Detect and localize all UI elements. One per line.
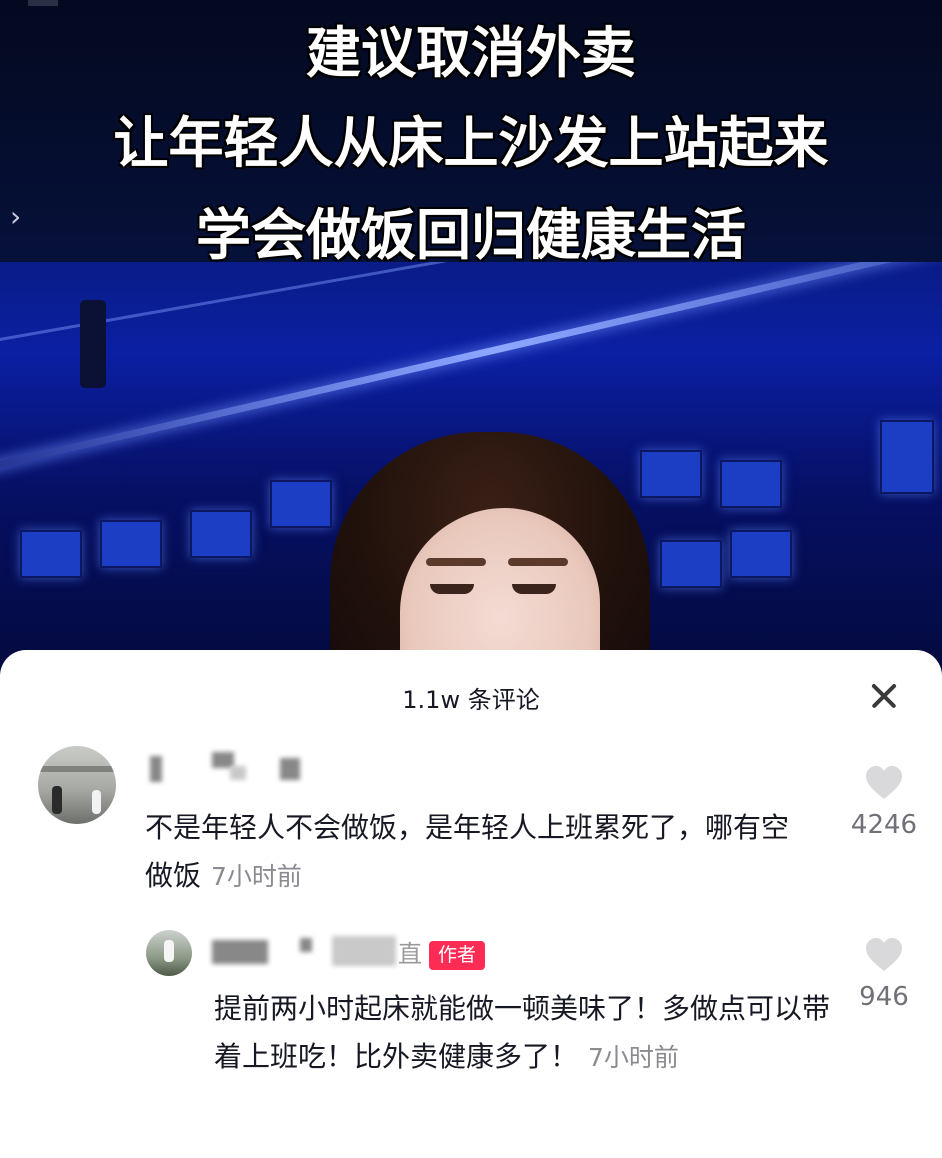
like-button[interactable]: 946 <box>824 938 942 1012</box>
username-blurred <box>280 758 300 780</box>
username-blurred[interactable] <box>150 756 162 782</box>
username-blurred <box>230 766 246 780</box>
close-icon[interactable] <box>864 676 904 716</box>
username-blurred <box>300 938 312 952</box>
news-anchor <box>330 432 650 680</box>
avatar[interactable] <box>146 930 192 976</box>
author-badge: 作者 <box>429 941 486 970</box>
studio-monitor <box>20 530 82 578</box>
studio-monitor <box>190 510 252 558</box>
studio-monitor <box>660 540 722 588</box>
studio-monitor <box>100 520 162 568</box>
avatar-figure <box>92 790 101 814</box>
screen: 建议取消外卖 让年轻人从床上沙发上站起来 学会做饭回归健康生活 › 1.1w 条… <box>0 0 942 1158</box>
like-button[interactable]: 4246 <box>824 766 942 840</box>
anchor-brow <box>426 558 486 566</box>
avatar[interactable] <box>38 746 116 824</box>
username-blurred <box>332 936 396 966</box>
studio-monitor <box>730 530 792 578</box>
heart-icon <box>866 766 902 799</box>
anchor-eye <box>430 584 474 594</box>
heart-icon <box>866 938 902 971</box>
anchor-eye <box>512 584 556 594</box>
chevron-right-icon[interactable]: › <box>10 200 21 233</box>
studio-monitor <box>720 460 782 508</box>
username-tail: 直 <box>398 940 422 968</box>
headline-line-1: 建议取消外卖 <box>305 21 636 85</box>
reply-body: 提前两小时起床就能做一顿美味了！多做点可以带着上班吃！比外卖健康多了！ <box>214 992 831 1073</box>
reply-time: 7小时前 <box>588 1043 679 1072</box>
comment-text[interactable]: 不是年轻人不会做饭，是年轻人上班累死了，哪有空做饭 7小时前 <box>145 804 805 901</box>
headline-line-2: 让年轻人从床上沙发上站起来 <box>113 111 829 175</box>
studio-monitor <box>880 420 934 494</box>
avatar-rail <box>38 766 116 772</box>
avatar-figure <box>52 786 62 814</box>
studio-monitor <box>270 480 332 528</box>
like-count: 946 <box>859 982 909 1012</box>
studio-camera <box>80 300 106 388</box>
comments-count-title: 1.1w 条评论 <box>402 686 540 714</box>
username-blurred[interactable] <box>212 940 268 964</box>
corner-mark <box>28 0 58 6</box>
headline-line-3: 学会做饭回归健康生活 <box>195 203 746 267</box>
reply-text[interactable]: 提前两小时起床就能做一顿美味了！多做点可以带着上班吃！比外卖健康多了！ 7小时前 <box>214 985 834 1082</box>
avatar-figure <box>164 940 174 962</box>
comment-time: 7小时前 <box>211 862 302 891</box>
like-count: 4246 <box>850 810 918 840</box>
anchor-brow <box>508 558 568 566</box>
video-player[interactable]: 建议取消外卖 让年轻人从床上沙发上站起来 学会做饭回归健康生活 › <box>0 0 942 680</box>
